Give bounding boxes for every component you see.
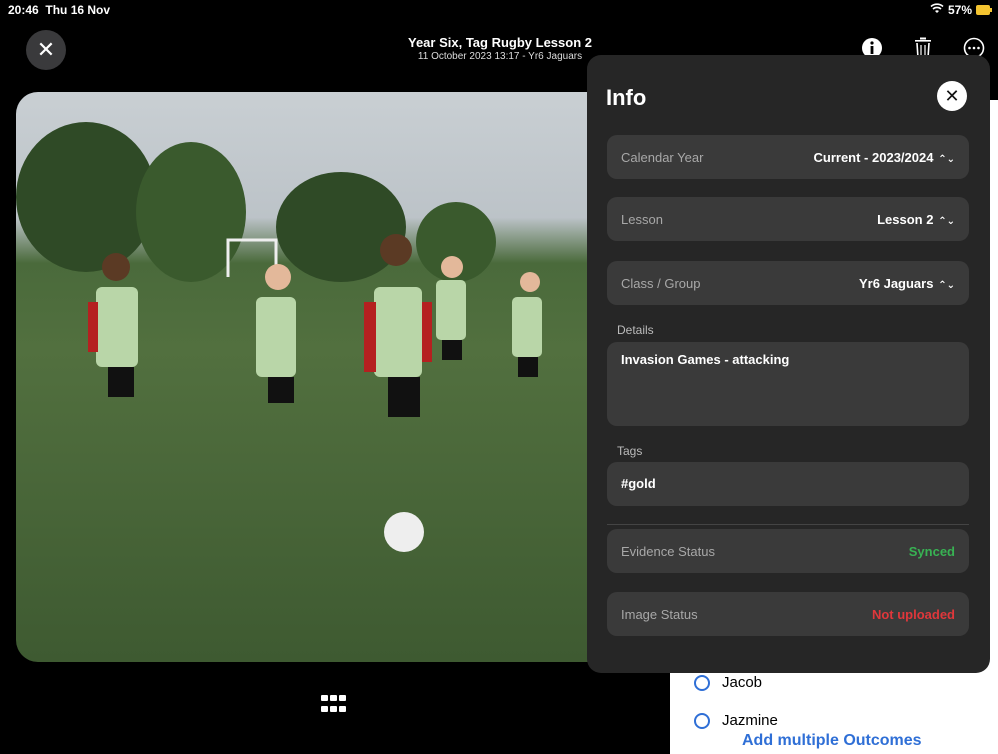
image-status-value: Not uploaded <box>871 606 955 622</box>
student-name: Jazmine <box>722 712 778 729</box>
chevron-up-down-icon: ⌃⌄ <box>935 153 955 165</box>
close-icon: ✕ <box>36 37 56 62</box>
evidence-status-label: Evidence Status <box>621 543 715 559</box>
image-status-row: Image Status Not uploaded <box>607 592 969 636</box>
info-panel: Info ✕ Calendar Year Current - 2023/2024… <box>587 55 990 673</box>
class-group-select[interactable]: Class / Group Yr6 Jaguars ⌃⌄ <box>607 261 969 305</box>
lesson-value: Lesson 2 ⌃⌄ <box>877 211 955 227</box>
lesson-select[interactable]: Lesson Lesson 2 ⌃⌄ <box>607 197 969 241</box>
status-time-date: 20:46 Thu 16 Nov <box>8 3 110 17</box>
student-name: Jacob <box>722 674 763 691</box>
divider <box>607 524 969 525</box>
details-textarea[interactable]: Invasion Games - attacking <box>607 342 969 426</box>
wifi-icon <box>930 3 944 17</box>
class-group-label: Class / Group <box>621 275 701 291</box>
battery-icon <box>976 5 992 15</box>
status-indicators: 57% <box>930 3 992 17</box>
radio-button[interactable] <box>694 712 710 729</box>
evidence-status-row: Evidence Status Synced <box>607 529 969 573</box>
list-item[interactable]: Jacob <box>694 674 762 691</box>
grid-view-button[interactable] <box>321 695 347 715</box>
radio-button[interactable] <box>694 674 710 691</box>
status-bar: 20:46 Thu 16 Nov 57% <box>0 0 998 20</box>
calendar-year-value: Current - 2023/2024 ⌃⌄ <box>813 149 956 165</box>
evidence-status-value: Synced <box>908 543 955 559</box>
chevron-up-down-icon: ⌃⌄ <box>935 279 955 291</box>
status-date: Thu 16 Nov <box>45 3 111 17</box>
evidence-photo[interactable] <box>16 92 632 662</box>
info-title: Info <box>606 85 647 110</box>
class-group-value: Yr6 Jaguars ⌃⌄ <box>859 275 955 291</box>
battery-percent: 57% <box>947 3 972 17</box>
close-viewer-button[interactable]: ✕ <box>26 30 66 70</box>
details-label: Details <box>617 323 654 337</box>
page-title: Year Six, Tag Rugby Lesson 2 <box>408 35 592 50</box>
tags-label: Tags <box>617 444 643 458</box>
calendar-year-label: Calendar Year <box>621 149 704 165</box>
chevron-up-down-icon: ⌃⌄ <box>935 215 955 227</box>
header-title-block: Year Six, Tag Rugby Lesson 2 11 October … <box>380 35 620 62</box>
lesson-label: Lesson <box>621 211 663 227</box>
add-multiple-outcomes-button[interactable]: Add multiple Outcomes <box>742 732 922 750</box>
status-time: 20:46 <box>8 3 39 17</box>
close-icon: ✕ <box>944 85 960 106</box>
info-close-button[interactable]: ✕ <box>937 81 967 111</box>
image-status-label: Image Status <box>621 606 698 622</box>
tags-input[interactable]: #gold <box>607 462 969 506</box>
page-subtitle: 11 October 2023 13:17 - Yr6 Jaguars <box>417 51 583 62</box>
calendar-year-select[interactable]: Calendar Year Current - 2023/2024 ⌃⌄ <box>607 135 969 179</box>
list-item[interactable]: Jazmine <box>694 712 778 729</box>
goal-post <box>88 234 542 552</box>
